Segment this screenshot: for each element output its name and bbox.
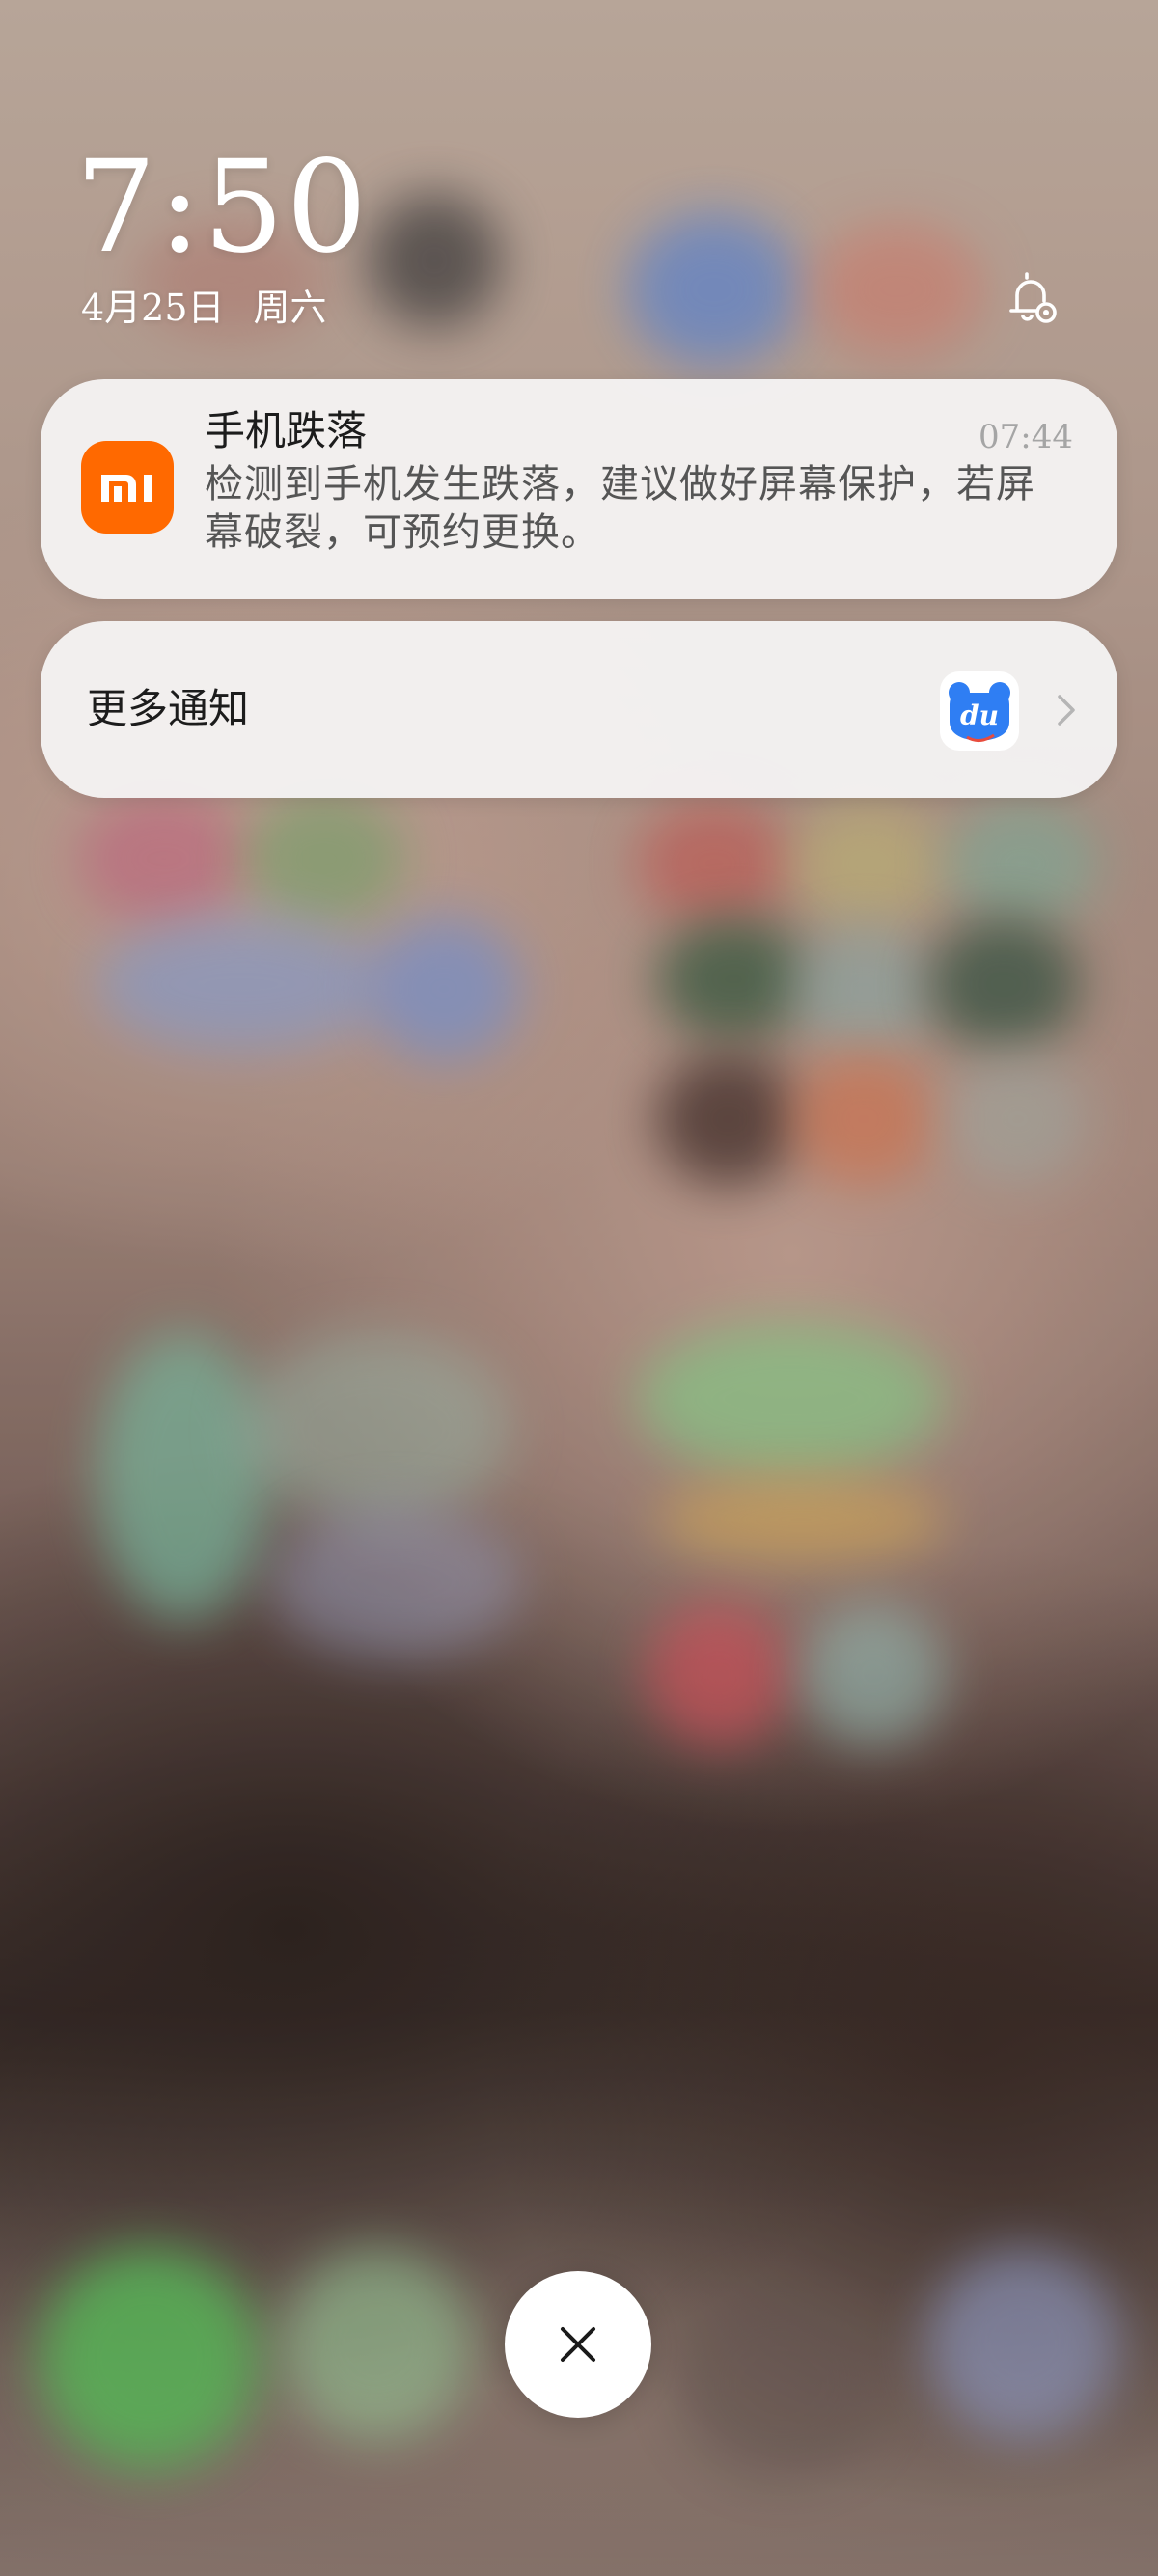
- more-notifications-card[interactable]: 更多通知 du: [41, 621, 1117, 798]
- close-button[interactable]: [505, 2271, 651, 2418]
- svg-text:du: du: [960, 699, 999, 731]
- lockscreen-clock: 7:50: [75, 133, 370, 282]
- more-notifications-label: 更多通知: [87, 685, 250, 732]
- notification-time: 07:44: [979, 418, 1073, 456]
- lockscreen-date: 4月25日: [81, 287, 225, 329]
- notification-body: 检测到手机发生跌落，建议做好屏幕保护，若屏幕破裂，可预约更换。: [205, 462, 1035, 555]
- baidu-du-icon: du: [940, 671, 1019, 751]
- notification-card[interactable]: 手机跌落 07:44 检测到手机发生跌落，建议做好屏幕保护，若屏幕破裂，可预约更…: [41, 379, 1117, 599]
- notification-title: 手机跌落: [205, 407, 368, 454]
- bell-settings-icon[interactable]: [1000, 266, 1065, 332]
- mi-logo-icon: [81, 441, 174, 534]
- lockscreen-weekday: 周六: [253, 287, 327, 329]
- close-icon: [561, 2327, 595, 2362]
- lockscreen-date-row: 4月25日 周六: [81, 282, 327, 334]
- chevron-right-icon: [1044, 689, 1087, 731]
